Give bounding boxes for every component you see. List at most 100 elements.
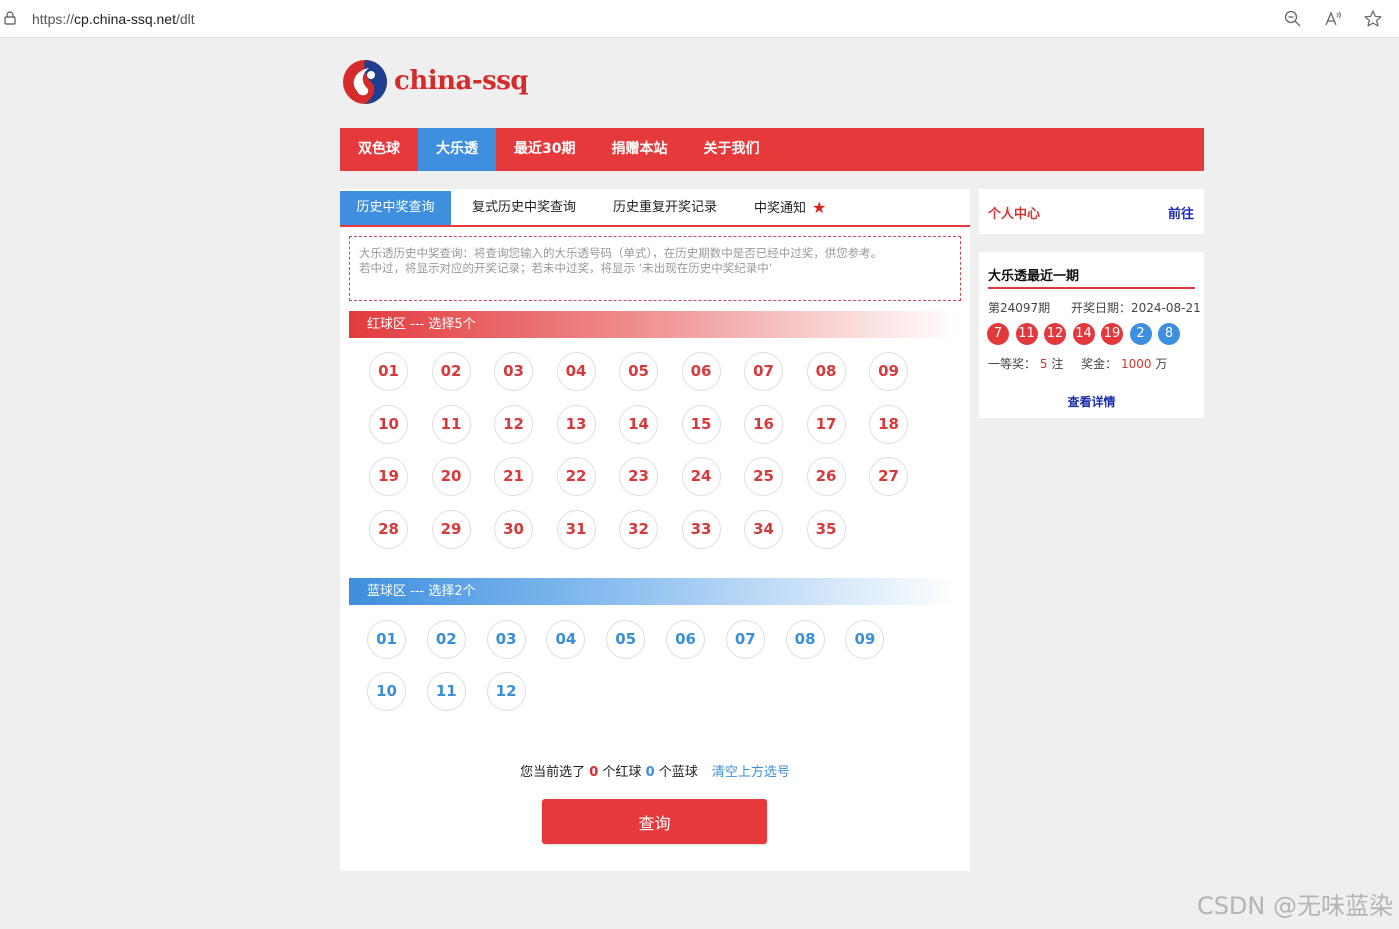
site-logo[interactable]: china-ssq [341,58,531,108]
red-ball-10[interactable]: 10 [369,404,408,444]
logo-text: china-ssq [394,66,529,96]
red-ball-24[interactable]: 24 [681,457,721,497]
red-ball-01[interactable]: 01 [369,352,408,391]
red-ball-28[interactable]: 28 [369,510,408,550]
latest-blue-ball: 8 [1158,323,1180,345]
red-ball-08[interactable]: 08 [806,352,846,391]
red-ball-35[interactable]: 35 [806,510,846,550]
selection-summary: 您当前选了 0 个红球 0 个蓝球 清空上方选号 [340,761,970,780]
red-ball-02[interactable]: 02 [431,352,471,391]
latest-issue-number: 第24097期 [988,301,1051,315]
notice-line-1: 大乐透历史中奖查询：将查询您输入的大乐透号码（单式），在历史期数中是否已经中过奖… [359,246,883,260]
red-ball-11[interactable]: 11 [431,404,471,444]
personal-center-go-link[interactable]: 前往 [1168,203,1194,222]
lock-icon [4,11,16,25]
red-ball-03[interactable]: 03 [494,352,533,391]
blue-ball-11[interactable]: 11 [426,672,466,711]
red-zone-header: 红球区 --- 选择5个 [349,311,957,338]
red-ball-26[interactable]: 26 [806,457,846,497]
red-ball-29[interactable]: 29 [431,510,471,550]
url-host: cp.china-ssq.net [74,11,176,27]
nav-item-ssq[interactable]: 双色球 [340,128,418,171]
blue-ball-03[interactable]: 03 [486,620,526,659]
url-text[interactable]: https://cp.china-ssq.net/dlt [32,11,195,27]
red-ball-20[interactable]: 20 [431,457,471,497]
personal-center-title: 个人中心 [988,207,1041,222]
blue-ball-01[interactable]: 01 [367,620,406,659]
clear-selection-link[interactable]: 清空上方选号 [712,765,790,780]
red-ball-13[interactable]: 13 [556,404,596,444]
blue-ball-05[interactable]: 05 [606,620,646,659]
latest-red-ball: 7 [987,323,1009,345]
latest-draw-card: 大乐透最近一期 第24097期 开奖日期：2024-08-21 7 11 12 14 1… [979,252,1204,418]
blue-ball-12[interactable]: 12 [486,672,526,711]
summary-prefix: 您当前选了 [520,765,586,780]
main-panel: 历史中奖查询 复式历史中奖查询 历史重复开奖记录 中奖通知 ★ 大乐透历史中奖查询… [340,189,970,871]
red-ball-32[interactable]: 32 [619,510,658,550]
red-ball-04[interactable]: 04 [556,352,596,391]
red-ball-23[interactable]: 23 [619,457,658,497]
nav-item-about[interactable]: 关于我们 [685,128,777,171]
blue-ball-04[interactable]: 04 [546,620,586,659]
watermark-text: CSDN @无味蓝染 [1196,892,1393,920]
tab-bar: 历史中奖查询 复式历史中奖查询 历史重复开奖记录 中奖通知 ★ [340,191,970,227]
blue-selected-count: 0 [645,765,655,780]
favorite-star-icon[interactable] [1363,9,1383,29]
star-icon: ★ [812,198,827,217]
red-ball-21[interactable]: 21 [494,457,533,497]
url-scheme: https:// [32,11,75,27]
red-selected-count: 0 [589,765,599,780]
tab-win-notice[interactable]: 中奖通知 ★ [754,191,826,225]
blue-ball-02[interactable]: 02 [426,620,466,659]
red-ball-14[interactable]: 14 [619,404,658,444]
nav-item-recent30[interactable]: 最近30期 [496,128,593,171]
blue-ball-09[interactable]: 09 [845,620,885,659]
red-ball-22[interactable]: 22 [556,457,596,497]
red-ball-18[interactable]: 18 [869,404,908,444]
info-notice: 大乐透历史中奖查询：将查询您输入的大乐透号码（单式），在历史期数中是否已经中过奖… [349,236,961,301]
first-prize-unit: 注 [1051,357,1064,371]
notice-line-2: 若中过，将显示对应的开奖记录；若未中过奖，将显示 ‘未出现在历史中奖纪录中’ [359,261,773,275]
latest-red-ball: 14 [1072,323,1095,345]
latest-draw-title: 大乐透最近一期 [988,265,1195,289]
first-prize-info: 一等奖： 5 注 奖金： 1000 万 [988,355,1167,372]
red-ball-34[interactable]: 34 [744,510,783,550]
logo-emblem-icon [343,60,387,104]
blue-ball-10[interactable]: 10 [367,672,406,711]
personal-center-card: 个人中心 前往 [979,189,1204,234]
tab-history-query[interactable]: 历史中奖查询 [340,191,451,225]
tab-repeat-records[interactable]: 历史重复开奖记录 [613,191,717,225]
latest-draw-date: 开奖日期：2024-08-21 [1071,301,1201,315]
blue-ball-07[interactable]: 07 [725,620,765,659]
red-ball-19[interactable]: 19 [369,457,408,497]
red-ball-30[interactable]: 30 [494,510,533,550]
tab-compound-query[interactable]: 复式历史中奖查询 [472,191,576,225]
view-details-link[interactable]: 查看详情 [979,393,1204,410]
browser-address-bar[interactable]: https://cp.china-ssq.net/dlt [0,0,1399,38]
nav-item-donate[interactable]: 捐赠本站 [593,128,685,171]
blue-zone-header: 蓝球区 --- 选择2个 [349,578,957,605]
red-ball-09[interactable]: 09 [869,352,908,391]
red-ball-05[interactable]: 05 [619,352,658,391]
zoom-icon[interactable] [1283,9,1303,29]
red-ball-33[interactable]: 33 [681,510,721,550]
red-ball-12[interactable]: 12 [494,404,533,444]
red-ball-17[interactable]: 17 [806,404,846,444]
red-ball-27[interactable]: 27 [869,457,908,497]
first-prize-count: 5 [1039,357,1048,371]
red-ball-31[interactable]: 31 [556,510,596,550]
prize-amount-unit: 万 [1155,357,1168,371]
blue-ball-08[interactable]: 08 [785,620,825,659]
red-ball-16[interactable]: 16 [744,404,783,444]
blue-ball-06[interactable]: 06 [666,620,705,659]
red-ball-07[interactable]: 07 [744,352,783,391]
read-aloud-icon[interactable] [1323,9,1343,29]
red-ball-15[interactable]: 15 [681,404,721,444]
query-button[interactable]: 查询 [542,799,767,844]
red-ball-06[interactable]: 06 [681,352,721,391]
tab-win-notice-label: 中奖通知 [754,201,807,216]
nav-item-dlt[interactable]: 大乐透 [418,128,496,171]
main-nav: 双色球 大乐透 最近30期 捐赠本站 关于我们 [340,128,1204,171]
red-ball-25[interactable]: 25 [744,457,783,497]
prize-amount: 1000 [1121,357,1152,371]
